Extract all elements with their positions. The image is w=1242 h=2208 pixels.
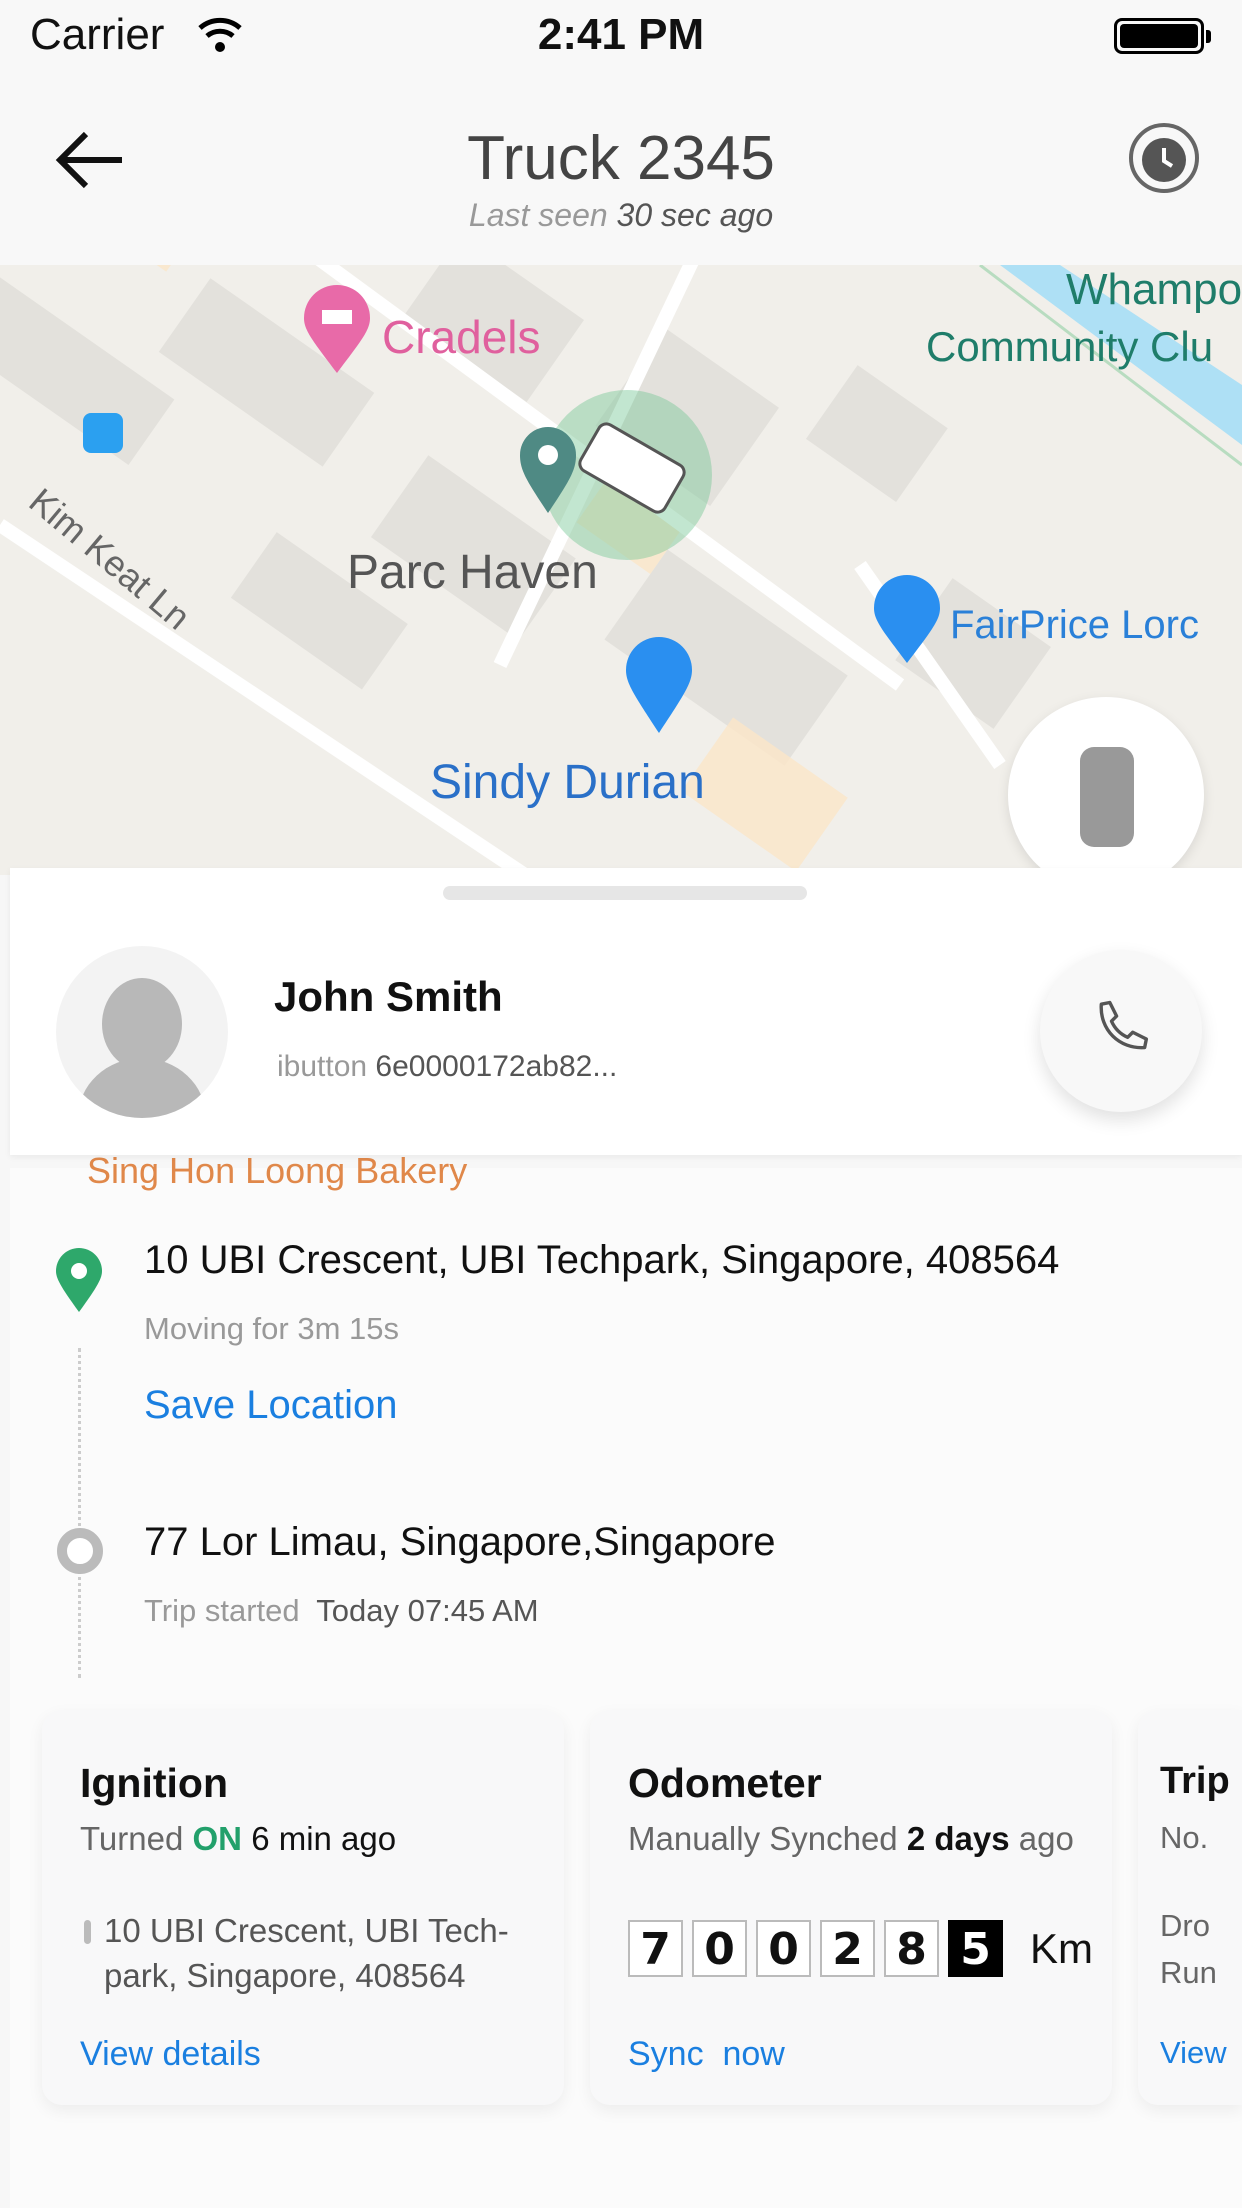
map-label-community: Community Clu — [926, 323, 1214, 370]
page-title: Truck 2345 — [467, 124, 775, 193]
map-label-fairprice: FairPrice Lorc — [950, 603, 1199, 647]
odometer-digit: 2 — [820, 1920, 875, 1977]
odometer-reading: 7 0 0 2 8 5 Km — [628, 1920, 1093, 1977]
call-button[interactable] — [1040, 950, 1202, 1112]
start-address: 77 Lor Limau, Singapore,Singapore — [144, 1520, 776, 1564]
trip-line: Dro — [1160, 1908, 1210, 1943]
last-seen: Last seen 30 sec ago — [468, 197, 774, 233]
ignition-status: Turned ON 6 min ago — [80, 1820, 397, 1857]
odometer-card[interactable]: Odometer Manually Synched 2 days ago 7 0… — [590, 1710, 1112, 2105]
history-clock-icon[interactable] — [1126, 120, 1202, 196]
driver-name: John Smith — [274, 973, 503, 1020]
sync-now-link[interactable]: Sync now — [628, 2035, 785, 2074]
avatar — [56, 946, 228, 1118]
ignition-title: Ignition — [80, 1760, 229, 1806]
odometer-digit: 0 — [756, 1920, 811, 1977]
driver-card[interactable]: John Smith ibutton 6e0000172ab82... — [10, 868, 1242, 1155]
phone-icon — [1099, 1000, 1149, 1050]
shop-pin-icon[interactable] — [624, 635, 694, 735]
odometer-digit: 5 — [948, 1920, 1003, 1977]
save-location-link[interactable]: Save Location — [144, 1383, 398, 1428]
status-bar: Carrier 2:41 PM — [0, 0, 1242, 85]
trip-view-link[interactable]: View — [1160, 2035, 1227, 2071]
clock: 2:41 PM — [537, 10, 705, 59]
trip-card[interactable]: Trip No. Dro Run View — [1138, 1710, 1242, 2105]
odometer-digit: 8 — [884, 1920, 939, 1977]
map-label-cradels: Cradels — [382, 311, 541, 363]
odometer-title: Odometer — [628, 1760, 822, 1806]
map-label-parc-haven: Parc Haven — [347, 546, 598, 599]
current-address: 10 UBI Crescent, UBI Techpark, Singapore… — [144, 1238, 1060, 1282]
trip-title: Trip — [1160, 1760, 1230, 1802]
shopping-pin-icon[interactable] — [872, 575, 942, 665]
header: Truck 2345 Last seen 30 sec ago — [0, 85, 1242, 265]
map-label-sindy: Sindy Durian — [430, 756, 705, 809]
map-label-whampoa: Whampo — [1066, 265, 1242, 314]
map-label-bakery: Sing Hon Loong Bakery — [87, 1150, 468, 1191]
odometer-digit: 0 — [692, 1920, 747, 1977]
trip-info-panel: 10 UBI Crescent, UBI Techpark, Singapore… — [10, 1168, 1242, 2208]
ignition-card[interactable]: Ignition Turned ON 6 min ago 10 UBI Cres… — [42, 1710, 564, 2105]
truck-icon — [574, 418, 690, 518]
map-view[interactable]: Cradels Whampo Community Clu Kim Keat Ln… — [0, 265, 1242, 875]
battery-icon — [1114, 18, 1211, 54]
trip-line: No. — [1160, 1820, 1209, 1855]
current-location-pin-icon — [56, 1248, 102, 1312]
view-details-link[interactable]: View details — [80, 2035, 261, 2074]
hotel-pin-icon[interactable] — [302, 285, 372, 375]
trip-line: Run — [1160, 1955, 1217, 1990]
route-connector — [78, 1348, 81, 1678]
traffic-light-icon — [1080, 747, 1134, 847]
odometer-unit: Km — [1030, 1924, 1093, 1972]
drag-handle[interactable] — [443, 886, 807, 900]
pin-icon — [84, 1920, 91, 1944]
odometer-digit: 7 — [628, 1920, 683, 1977]
ibutton-id: ibutton 6e0000172ab82... — [277, 1050, 618, 1083]
trip-started: Trip started Today 07:45 AM — [144, 1593, 539, 1628]
odometer-sync-status: Manually Synched 2 days ago — [628, 1820, 1074, 1857]
bus-stop-icon — [83, 413, 123, 453]
moving-duration: Moving for 3m 15s — [144, 1311, 399, 1346]
start-point-icon — [57, 1528, 103, 1574]
ignition-address: 10 UBI Crescent, UBI Tech-park, Singapor… — [104, 1912, 509, 1994]
location-pin-icon — [520, 427, 576, 513]
